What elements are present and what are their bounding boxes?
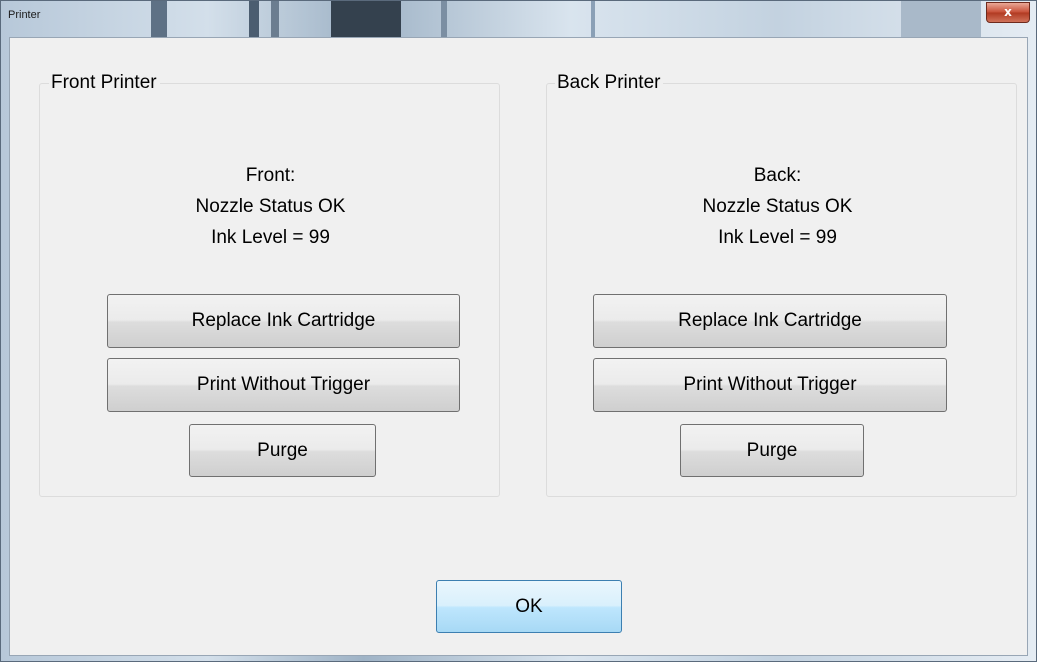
printer-dialog-window: Printer x Front: Nozzle Status OK Ink Le… — [0, 0, 1037, 662]
title-bar-decoration — [271, 1, 279, 37]
title-bar-decoration — [441, 1, 447, 37]
title-bar-decoration — [591, 1, 595, 37]
front-printer-group-title: Front Printer — [49, 72, 160, 94]
back-status-label: Back: — [753, 165, 802, 186]
front-status-label: Front: — [245, 165, 296, 186]
ok-button[interactable]: OK — [436, 580, 622, 633]
back-print-without-trigger-button[interactable]: Print Without Trigger — [593, 358, 947, 412]
back-replace-ink-cartridge-button[interactable]: Replace Ink Cartridge — [593, 294, 947, 348]
back-printer-group: Back: Nozzle Status OK Ink Level = 99 Re… — [546, 83, 1017, 497]
window-title: Printer — [8, 9, 41, 21]
front-ink-level: Ink Level = 99 — [211, 227, 330, 248]
front-printer-group: Front: Nozzle Status OK Ink Level = 99 R… — [39, 83, 500, 497]
close-icon: x — [1004, 5, 1012, 19]
front-nozzle-status: Nozzle Status OK — [195, 196, 346, 217]
title-bar-decoration — [901, 1, 981, 37]
front-purge-button[interactable]: Purge — [189, 424, 376, 477]
back-purge-button[interactable]: Purge — [680, 424, 864, 477]
back-nozzle-status: Nozzle Status OK — [702, 196, 853, 217]
front-replace-ink-cartridge-button[interactable]: Replace Ink Cartridge — [107, 294, 460, 348]
dialog-client-area: Front: Nozzle Status OK Ink Level = 99 R… — [9, 37, 1028, 656]
close-button[interactable]: x — [986, 2, 1030, 23]
front-print-without-trigger-button[interactable]: Print Without Trigger — [107, 358, 460, 412]
back-printer-group-title: Back Printer — [555, 72, 664, 94]
title-bar-decoration — [331, 1, 401, 37]
title-bar[interactable]: Printer x — [1, 1, 1036, 37]
title-bar-decoration — [249, 1, 259, 37]
front-status: Front: Nozzle Status OK Ink Level = 99 — [40, 160, 501, 253]
back-status: Back: Nozzle Status OK Ink Level = 99 — [547, 160, 1008, 253]
back-ink-level: Ink Level = 99 — [718, 227, 837, 248]
title-bar-decoration — [151, 1, 167, 37]
